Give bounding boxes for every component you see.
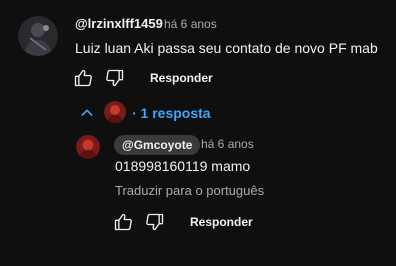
- reply-dislike-button[interactable]: [144, 211, 166, 233]
- comment-avatar[interactable]: [18, 16, 58, 56]
- reply-timestamp[interactable]: há 6 anos: [201, 137, 254, 151]
- replies-avatar: [104, 101, 126, 123]
- comment-author[interactable]: @lrzinxlff1459: [75, 16, 163, 31]
- reply-text: 018998160119 mamo: [115, 158, 251, 174]
- chevron-up-icon: [81, 109, 93, 116]
- thumbs-down-icon: [146, 213, 164, 231]
- dislike-button[interactable]: [104, 67, 126, 89]
- thumbs-down-icon: [106, 69, 124, 87]
- translate-link[interactable]: Traduzir para o português: [115, 183, 264, 198]
- comment-text: Luiz luan Aki passa seu contato de novo …: [75, 40, 378, 56]
- comment-timestamp[interactable]: há 6 anos: [164, 17, 217, 31]
- thumbs-up-icon: [114, 213, 132, 231]
- like-button[interactable]: [72, 67, 94, 89]
- reply-reply-button[interactable]: Responder: [190, 215, 253, 229]
- thumbs-up-icon: [74, 69, 92, 87]
- replies-toggle[interactable]: · 1 resposta: [132, 105, 211, 121]
- reply-author[interactable]: @Gmcoyote: [114, 135, 201, 155]
- reply-avatar[interactable]: [76, 135, 100, 159]
- comment-reply-button[interactable]: Responder: [150, 71, 213, 85]
- reply-like-button[interactable]: [112, 211, 134, 233]
- collapse-replies-button[interactable]: [76, 102, 98, 124]
